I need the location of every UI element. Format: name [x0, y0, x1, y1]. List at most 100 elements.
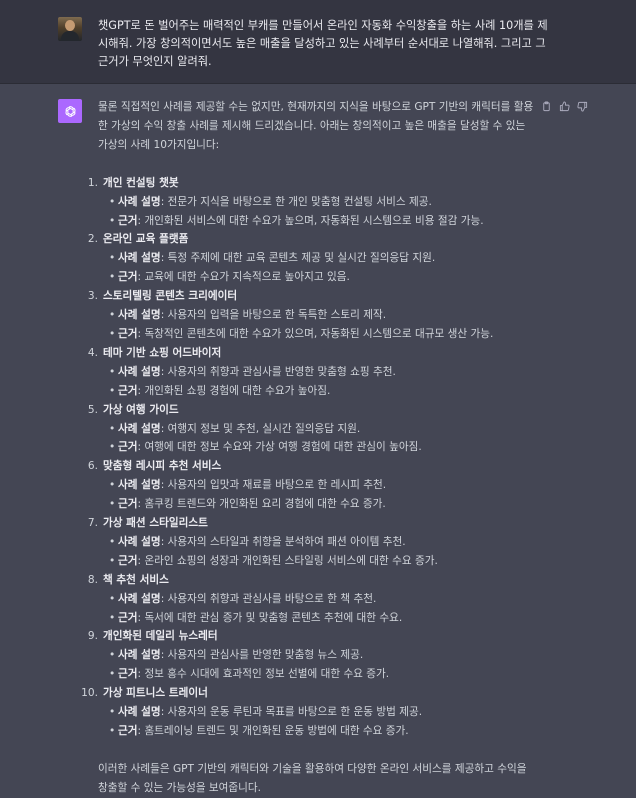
case-details: • 사례 설명: 사용자의 스타일과 취향을 분석하여 패션 아이템 추천. • 근거… — [103, 533, 534, 571]
description-label: 사례 설명 — [118, 649, 161, 662]
description-text: 사용자의 입맛과 재료를 바탕으로 한 레시피 추천. — [167, 479, 387, 492]
openai-logo-icon — [58, 99, 82, 123]
description-text: 전문가 지식을 바탕으로 한 개인 맞춤형 컨설팅 서비스 제공. — [167, 195, 432, 208]
case-item: 7. 가상 패션 스타일리스트 • 사례 설명: 사용자의 스타일과 취향을 분석하여… — [88, 514, 534, 571]
case-description: • 사례 설명: 사용자의 운동 루틴과 목표를 바탕으로 한 운동 방법 제공. — [103, 703, 534, 722]
case-number: 6. — [87, 460, 98, 473]
case-number: 2. — [87, 233, 98, 246]
bullet-icon: • — [109, 706, 116, 719]
case-details: • 사례 설명: 전문가 지식을 바탕으로 한 개인 맞춤형 컨설팅 서비스 제공… — [103, 193, 534, 231]
case-title: 개인화된 데일리 뉴스레터 — [103, 630, 218, 643]
case-details: • 사례 설명: 사용자의 운동 루틴과 목표를 바탕으로 한 운동 방법 제공.… — [103, 703, 534, 741]
bullet-icon: • — [109, 309, 116, 322]
description-text: 사용자의 취향과 관심사를 바탕으로 한 책 추천. — [167, 592, 377, 605]
case-description: • 사례 설명: 사용자의 입맛과 재료를 바탕으로 한 레시피 추천. — [103, 476, 534, 495]
case-description: • 사례 설명: 사용자의 관심사를 반영한 맞춤형 뉴스 제공. — [103, 646, 534, 665]
case-reason: • 근거: 홈트레이닝 트렌드 및 개인화된 운동 방법에 대한 수요 증가. — [103, 722, 534, 741]
bullet-icon: • — [109, 668, 116, 681]
case-number: 1. — [87, 176, 98, 189]
bullet-icon: • — [109, 725, 116, 737]
case-title: 테마 기반 쇼핑 어드바이저 — [103, 346, 222, 359]
bullet-icon: • — [109, 592, 116, 605]
reason-text: 정보 홍수 시대에 효과적인 정보 선별에 대한 수요 증가. — [144, 668, 390, 681]
description-label: 사례 설명 — [118, 422, 161, 435]
reason-text: 개인화된 서비스에 대한 수요가 높으며, 자동화된 시스템으로 비용 절감 가… — [144, 214, 484, 227]
user-avatar-face — [65, 20, 75, 31]
case-title: 맞춤형 레시피 추천 서비스 — [103, 460, 222, 473]
bullet-icon: • — [109, 441, 116, 454]
bullet-icon: • — [109, 498, 116, 511]
case-details: • 사례 설명: 사용자의 관심사를 반영한 맞춤형 뉴스 제공. • 근거: 정보 … — [103, 646, 534, 684]
case-reason: • 근거: 여행에 대한 정보 수요와 가상 여행 경험에 대한 관심이 높아짐. — [103, 438, 534, 457]
description-text: 사용자의 운동 루틴과 목표를 바탕으로 한 운동 방법 제공. — [167, 706, 423, 719]
reason-text: 독서에 대한 관심 증가 및 맞춤형 콘텐츠 추천에 대한 수요. — [144, 611, 403, 624]
description-colon: : — [160, 649, 168, 662]
thumbs-up-icon[interactable] — [558, 100, 570, 112]
user-message-text: 챗GPT로 돈 벌어주는 매력적인 부캐를 만들어서 온라인 자동화 수익창출을… — [98, 19, 548, 69]
reason-text: 개인화된 쇼핑 경험에 대한 수요가 높아짐. — [144, 384, 331, 397]
case-number: 10. — [81, 687, 98, 700]
case-details: • 사례 설명: 여행지 정보 및 추천, 실시간 질의응답 지원. • 근거: 여행… — [103, 420, 534, 458]
bullet-icon: • — [109, 611, 116, 624]
case-item: 3. 스토리텔링 콘텐츠 크리에이터 • 사례 설명: 사용자의 입력을 바탕으로 한… — [88, 287, 534, 344]
case-number: 3. — [87, 290, 98, 303]
description-label: 사례 설명 — [118, 706, 161, 719]
bullet-icon: • — [109, 327, 116, 340]
case-item: 8. 책 추천 서비스 • 사례 설명: 사용자의 취향과 관심사를 바탕으로 한 책… — [88, 571, 534, 628]
case-description: • 사례 설명: 사용자의 스타일과 취향을 분석하여 패션 아이템 추천. — [103, 533, 534, 552]
bullet-icon: • — [109, 384, 116, 397]
bullet-icon: • — [109, 365, 116, 378]
case-title: 가상 패션 스타일리스트 — [103, 517, 208, 530]
description-colon: : — [160, 365, 168, 378]
description-text: 사용자의 스타일과 취향을 분석하여 패션 아이템 추천. — [167, 535, 406, 548]
description-colon: : — [160, 535, 168, 548]
case-description: • 사례 설명: 사용자의 입력을 바탕으로 한 독특한 스토리 제작. — [103, 306, 534, 325]
description-text: 여행지 정보 및 추천, 실시간 질의응답 지원. — [167, 422, 361, 435]
case-details: • 사례 설명: 사용자의 입맛과 재료를 바탕으로 한 레시피 추천. • 근거: … — [103, 476, 534, 514]
case-reason: • 근거: 온라인 쇼핑의 성장과 개인화된 스타일링 서비스에 대한 수요 증가… — [103, 552, 534, 571]
case-number: 5. — [87, 403, 98, 416]
case-number: 9. — [87, 630, 98, 643]
assistant-outro: 이러한 사례들은 GPT 기반의 캐릭터와 기술을 활용하여 다양한 온라인 서… — [98, 762, 527, 794]
reason-text: 홈쿠킹 트렌드와 개인화된 요리 경험에 대한 수요 증가. — [144, 498, 386, 511]
case-number: 8. — [87, 573, 98, 586]
case-title: 스토리텔링 콘텐츠 크리에이터 — [103, 290, 238, 303]
description-text: 사용자의 입력을 바탕으로 한 독특한 스토리 제작. — [167, 309, 387, 322]
description-label: 사례 설명 — [118, 535, 161, 548]
description-label: 사례 설명 — [118, 365, 161, 378]
reason-label: 근거 — [118, 214, 138, 227]
reason-text: 독창적인 콘텐츠에 대한 수요가 있으며, 자동화된 시스템으로 대규모 생산 … — [144, 327, 494, 340]
bullet-icon: • — [109, 271, 116, 284]
case-description: • 사례 설명: 특정 주제에 대한 교육 콘텐츠 제공 및 실시간 질의응답 지… — [103, 249, 534, 268]
description-colon: : — [160, 195, 168, 208]
case-title: 가상 여행 가이드 — [103, 403, 179, 416]
clipboard-icon[interactable] — [540, 100, 552, 112]
case-item: 6. 맞춤형 레시피 추천 서비스 • 사례 설명: 사용자의 입맛과 재료를 바탕으… — [88, 457, 534, 514]
bullet-icon: • — [109, 535, 116, 548]
thumbs-down-icon[interactable] — [576, 100, 588, 112]
case-title: 가상 피트니스 트레이너 — [103, 687, 208, 700]
description-label: 사례 설명 — [118, 252, 161, 265]
case-details: • 사례 설명: 특정 주제에 대한 교육 콘텐츠 제공 및 실시간 질의응답 지… — [103, 249, 534, 287]
case-item: 9. 개인화된 데일리 뉴스레터 • 사례 설명: 사용자의 관심사를 반영한 맞춤형… — [88, 627, 534, 684]
assistant-intro: 물론 직접적인 사례를 제공할 수는 없지만, 현재까지의 지식을 바탕으로 G… — [98, 101, 534, 151]
case-reason: • 근거: 홈쿠킹 트렌드와 개인화된 요리 경험에 대한 수요 증가. — [103, 495, 534, 514]
case-description: • 사례 설명: 사용자의 취향과 관심사를 바탕으로 한 책 추천. — [103, 590, 534, 609]
bullet-icon: • — [109, 252, 116, 265]
user-avatar-shirt — [61, 31, 79, 41]
bullet-icon: • — [109, 214, 116, 227]
bullet-icon: • — [109, 649, 116, 662]
reason-label: 근거 — [118, 611, 138, 624]
reason-text: 홈트레이닝 트렌드 및 개인화된 운동 방법에 대한 수요 증가. — [144, 725, 409, 737]
description-label: 사례 설명 — [118, 479, 161, 492]
reason-label: 근거 — [118, 725, 138, 737]
description-colon: : — [160, 309, 168, 322]
case-title: 책 추천 서비스 — [103, 573, 169, 586]
case-description: • 사례 설명: 사용자의 취향과 관심사를 반영한 맞춤형 쇼핑 추천. — [103, 363, 534, 382]
bullet-icon: • — [109, 422, 116, 435]
reason-label: 근거 — [118, 271, 138, 284]
bullet-icon: • — [109, 195, 116, 208]
reason-label: 근거 — [118, 384, 138, 397]
case-item: 5. 가상 여행 가이드 • 사례 설명: 여행지 정보 및 추천, 실시간 질의응답… — [88, 401, 534, 458]
reason-text: 여행에 대한 정보 수요와 가상 여행 경험에 대한 관심이 높아짐. — [144, 441, 422, 454]
